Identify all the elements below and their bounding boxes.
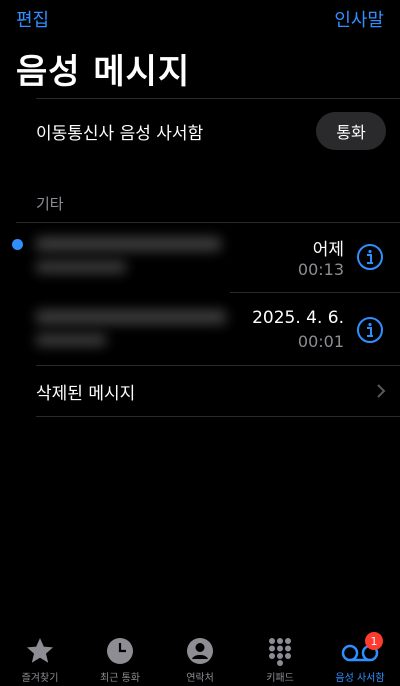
redacted-caller bbox=[36, 237, 221, 251]
contact-icon bbox=[187, 638, 213, 664]
unread-indicator bbox=[12, 239, 23, 250]
tab-recents[interactable]: 최근 통화 bbox=[80, 636, 160, 684]
unread-count-badge: 1 bbox=[365, 632, 383, 650]
carrier-voicemail-label: 이동통신사 음성 사서함 bbox=[36, 123, 204, 144]
info-icon[interactable] bbox=[356, 243, 384, 271]
top-bar: 편집 인사말 bbox=[0, 6, 400, 36]
page-title: 음성 메시지 bbox=[16, 52, 191, 92]
voicemail-date: 2025. 4. 6. bbox=[252, 308, 344, 328]
tab-label: 음성 사서함 bbox=[335, 673, 385, 684]
star-icon bbox=[27, 638, 53, 663]
tab-favorites[interactable]: 즐겨찾기 bbox=[0, 636, 80, 684]
divider bbox=[36, 416, 400, 417]
tab-contacts[interactable]: 연락처 bbox=[160, 636, 240, 684]
section-header: 기타 bbox=[36, 195, 64, 213]
deleted-messages-label: 삭제된 메시지 bbox=[36, 383, 136, 404]
redacted-caller bbox=[36, 310, 226, 324]
deleted-messages-row[interactable]: 삭제된 메시지 bbox=[36, 366, 386, 416]
voicemail-duration: 00:01 bbox=[297, 332, 344, 351]
tab-bar: 즐겨찾기 최근 통화 연락처 키패드 1 음성 사서함 bbox=[0, 630, 400, 686]
voicemail-row[interactable]: 어제 00:13 bbox=[0, 223, 400, 295]
edit-button[interactable]: 편집 bbox=[16, 6, 49, 32]
divider bbox=[230, 292, 400, 293]
tab-label: 최근 통화 bbox=[100, 673, 140, 684]
greeting-button[interactable]: 인사말 bbox=[334, 6, 384, 32]
voicemail-screen: 편집 인사말 음성 메시지 이동통신사 음성 사서함 통화 기타 어제 00:1… bbox=[0, 0, 400, 686]
redacted-caller-detail bbox=[36, 334, 106, 346]
tab-label: 연락처 bbox=[186, 673, 214, 684]
carrier-voicemail-row: 이동통신사 음성 사서함 통화 bbox=[36, 100, 386, 162]
redacted-caller-detail bbox=[36, 261, 126, 273]
call-carrier-button[interactable]: 통화 bbox=[316, 112, 386, 150]
voicemail-row[interactable]: 2025. 4. 6. 00:01 bbox=[0, 294, 400, 366]
tab-keypad[interactable]: 키패드 bbox=[240, 636, 320, 684]
tab-label: 키패드 bbox=[266, 673, 294, 684]
voicemail-duration: 00:13 bbox=[297, 260, 344, 279]
tab-voicemail[interactable]: 1 음성 사서함 bbox=[320, 632, 400, 684]
info-icon[interactable] bbox=[356, 316, 384, 344]
chevron-right-icon bbox=[377, 384, 386, 398]
keypad-icon bbox=[269, 638, 291, 666]
voicemail-date: 어제 bbox=[312, 240, 344, 260]
divider bbox=[36, 98, 400, 99]
tab-label: 즐겨찾기 bbox=[21, 673, 59, 684]
clock-icon bbox=[107, 638, 133, 664]
